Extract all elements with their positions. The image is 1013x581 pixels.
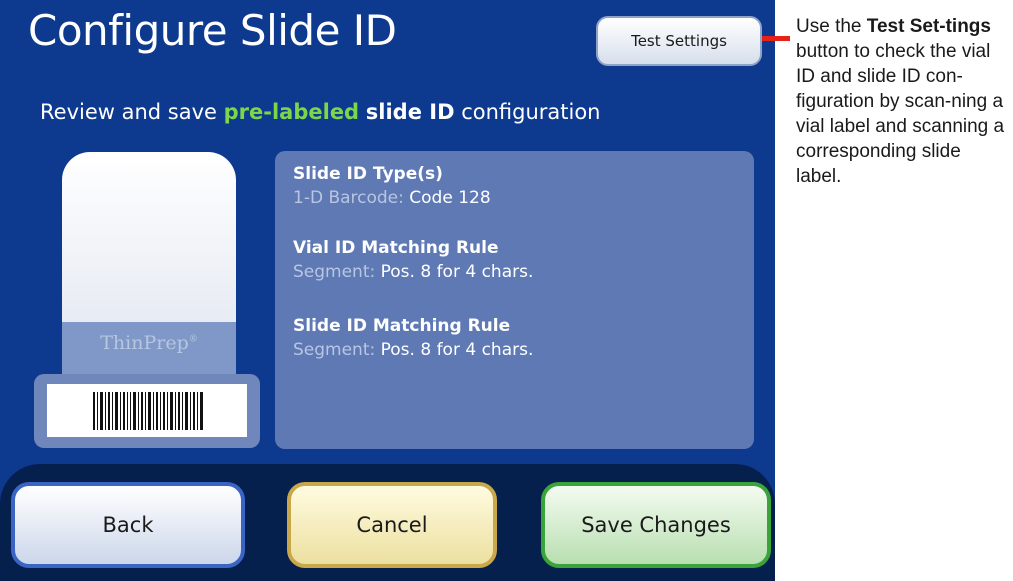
slide-id-rule-label: Segment:	[293, 340, 381, 360]
slide-id-rule-value: Segment: Pos. 8 for 4 chars.	[293, 340, 533, 360]
slide-id-rule-heading: Slide ID Matching Rule	[293, 316, 511, 336]
instruction-bold: slide ID	[365, 100, 455, 124]
slide-id-type-code: Code 128	[409, 188, 491, 208]
back-button[interactable]: Back	[11, 482, 245, 568]
slide-brand-mark: ®	[188, 334, 198, 345]
slide-brand-text: ThinPrep®	[62, 332, 236, 354]
callout-connector	[762, 36, 790, 41]
vial-id-rule-heading: Vial ID Matching Rule	[293, 238, 499, 258]
instruction-text: Review and save pre-labeled slide ID con…	[40, 100, 601, 124]
instruction-part1: Review and save	[40, 100, 224, 124]
barcode-label	[47, 384, 247, 437]
slide-id-rule-segment: Pos. 8 for 4 chars.	[380, 340, 534, 360]
vial-id-rule-label: Segment:	[293, 262, 381, 282]
save-changes-button[interactable]: Save Changes	[541, 482, 771, 568]
instruction-highlight: pre-labeled	[223, 100, 360, 124]
cancel-button[interactable]: Cancel	[287, 482, 497, 568]
callout-prefix: Use the	[796, 16, 867, 37]
callout-note: Use the Test Set-tings button to check t…	[796, 14, 1008, 189]
slide-id-type-label: 1-D Barcode:	[293, 188, 410, 208]
slide-brand: ThinPrep	[100, 332, 189, 354]
vial-id-rule-value: Segment: Pos. 8 for 4 chars.	[293, 262, 533, 282]
barcode-icon	[93, 392, 203, 430]
callout-suffix: button to check the vial ID and slide ID…	[796, 41, 1005, 187]
instruction-part2	[359, 100, 366, 124]
configure-slide-id-screen: Configure Slide ID Test Settings Review …	[0, 0, 775, 581]
vial-id-rule-segment: Pos. 8 for 4 chars.	[380, 262, 534, 282]
slide-id-type-value: 1-D Barcode: Code 128	[293, 188, 491, 208]
slide-id-type-heading: Slide ID Type(s)	[293, 164, 443, 184]
page-title: Configure Slide ID	[28, 6, 397, 55]
test-settings-button[interactable]: Test Settings	[596, 16, 762, 66]
callout-bold: Test Set-tings	[866, 16, 991, 37]
slide-illustration	[62, 152, 236, 322]
instruction-part3: configuration	[454, 100, 601, 124]
